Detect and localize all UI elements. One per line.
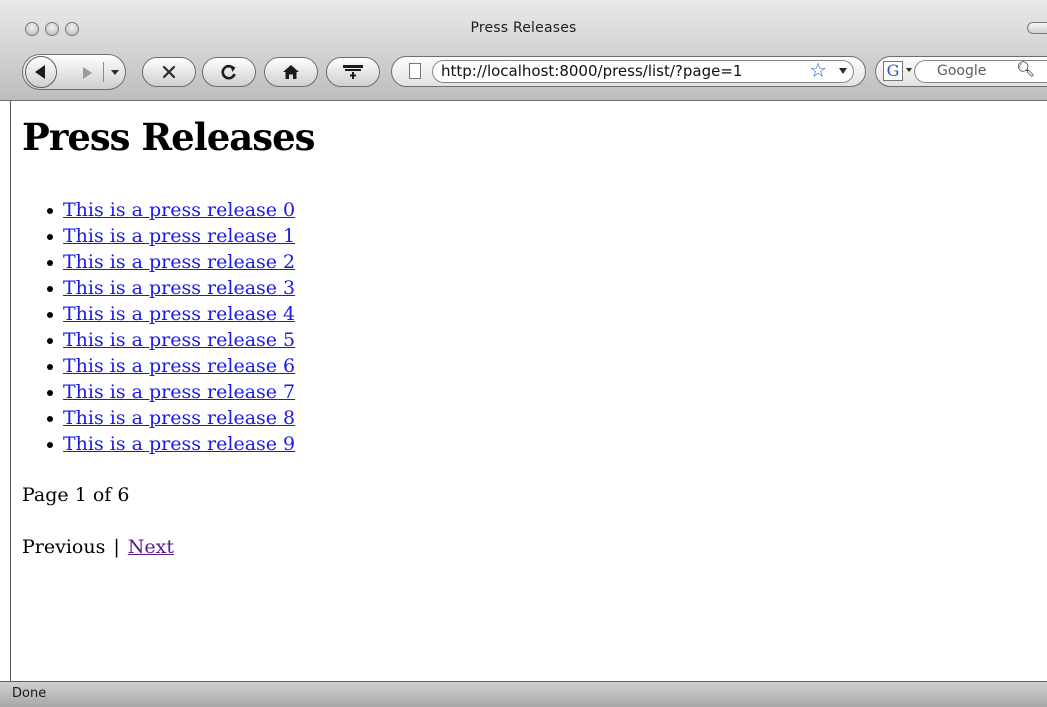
status-bar: Done xyxy=(0,681,1047,707)
press-release-link[interactable]: This is a press release 7 xyxy=(63,381,295,403)
search-bar: G Google 🔍︎ xyxy=(875,56,1047,87)
home-button[interactable] xyxy=(264,57,318,87)
back-forward-group xyxy=(22,54,126,90)
add-bookmark-icon xyxy=(343,65,363,79)
toolbar-toggle-button[interactable] xyxy=(1027,22,1047,34)
press-release-link[interactable]: This is a press release 4 xyxy=(63,303,295,325)
press-release-link[interactable]: This is a press release 0 xyxy=(63,199,295,221)
back-arrow-icon xyxy=(35,65,45,79)
page-content: Press Releases This is a press release 0… xyxy=(10,101,1047,681)
list-item: This is a press release 0 xyxy=(46,197,295,223)
history-dropdown-icon[interactable] xyxy=(111,70,119,75)
list-item: This is a press release 7 xyxy=(46,379,295,405)
previous-label: Previous xyxy=(22,536,106,558)
list-item: This is a press release 5 xyxy=(46,327,295,353)
window-title: Press Releases xyxy=(470,20,577,36)
home-icon xyxy=(283,65,299,79)
address-bar: http://localhost:8000/press/list/?page=1… xyxy=(391,56,866,87)
pager-separator: | xyxy=(113,536,120,558)
page-title: Press Releases xyxy=(22,115,315,159)
toolbar-divider xyxy=(103,62,104,82)
list-item: This is a press release 8 xyxy=(46,405,295,431)
stop-button[interactable] xyxy=(142,57,196,87)
stop-x-icon xyxy=(162,65,176,79)
list-item: This is a press release 6 xyxy=(46,353,295,379)
list-item: This is a press release 4 xyxy=(46,301,295,327)
page-icon xyxy=(409,63,421,79)
url-input[interactable]: http://localhost:8000/press/list/?page=1 xyxy=(432,60,854,83)
next-page-link[interactable]: Next xyxy=(128,536,174,558)
list-item: This is a press release 9 xyxy=(46,431,295,457)
pager: Previous | Next xyxy=(22,534,174,560)
reload-icon xyxy=(221,64,236,80)
list-item: This is a press release 2 xyxy=(46,249,295,275)
list-item: This is a press release 3 xyxy=(46,275,295,301)
search-engine-icon[interactable]: G xyxy=(883,61,903,81)
pagination-status: Page 1 of 6 xyxy=(22,484,130,506)
search-icon[interactable]: 🔍︎ xyxy=(1016,60,1035,78)
press-release-link[interactable]: This is a press release 1 xyxy=(63,225,295,247)
press-release-link[interactable]: This is a press release 6 xyxy=(63,355,295,377)
press-release-link[interactable]: This is a press release 5 xyxy=(63,329,295,351)
browser-titlebar: Press Releases http://localhost:8000/pre… xyxy=(0,0,1047,101)
reload-button[interactable] xyxy=(202,57,256,87)
add-bookmark-button[interactable] xyxy=(326,57,380,87)
forward-button[interactable] xyxy=(83,67,92,79)
press-release-link[interactable]: This is a press release 8 xyxy=(63,407,295,429)
browser-window: Press Releases http://localhost:8000/pre… xyxy=(0,0,1047,707)
bookmark-star-icon[interactable]: ☆ xyxy=(809,59,827,81)
press-release-link[interactable]: This is a press release 9 xyxy=(63,433,295,455)
press-release-list: This is a press release 0 This is a pres… xyxy=(46,197,295,457)
engine-dropdown-icon[interactable] xyxy=(906,68,912,72)
list-item: This is a press release 1 xyxy=(46,223,295,249)
url-dropdown-icon[interactable] xyxy=(839,68,847,74)
back-button[interactable] xyxy=(25,56,57,88)
press-release-link[interactable]: This is a press release 3 xyxy=(63,277,295,299)
press-release-link[interactable]: This is a press release 2 xyxy=(63,251,295,273)
